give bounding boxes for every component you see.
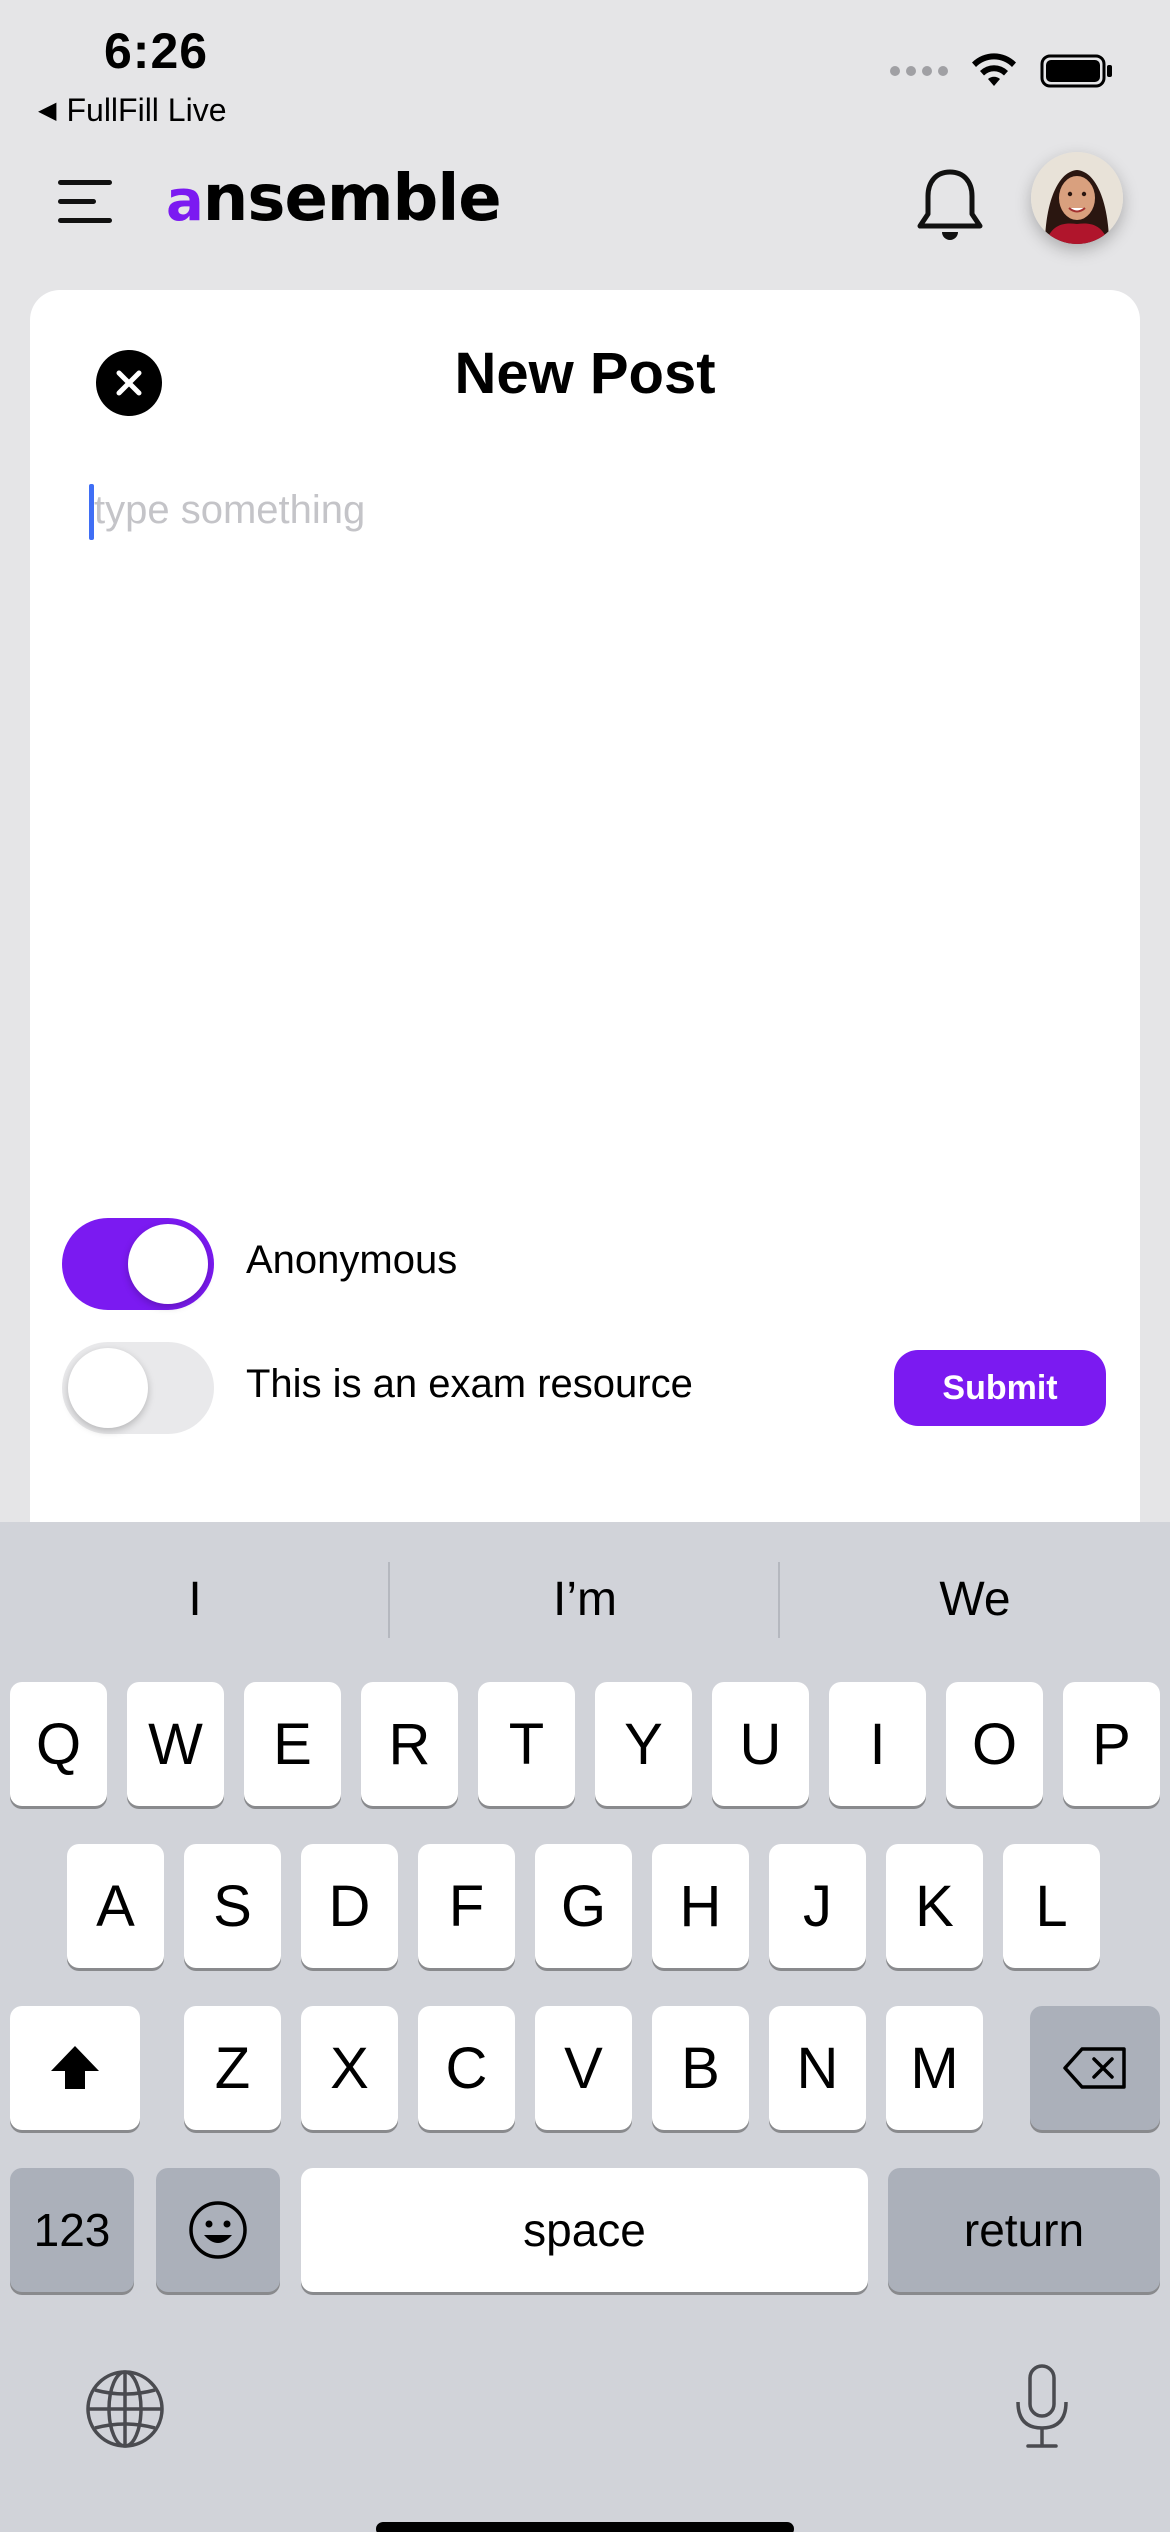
space-key[interactable]: space	[301, 2168, 868, 2292]
back-app-label: FullFill Live	[66, 92, 227, 128]
return-key[interactable]: return	[888, 2168, 1160, 2292]
key-g[interactable]: G	[535, 1844, 632, 1968]
battery-icon	[1040, 54, 1112, 88]
exam-resource-toggle[interactable]	[62, 1342, 214, 1434]
anonymous-toggle[interactable]	[62, 1218, 214, 1310]
key-e[interactable]: E	[244, 1682, 341, 1806]
suggestion-item[interactable]: I’m	[390, 1572, 780, 1627]
toggle-knob	[68, 1348, 148, 1428]
key-v[interactable]: V	[535, 2006, 632, 2130]
key-d[interactable]: D	[301, 1844, 398, 1968]
post-text-input[interactable]	[88, 470, 1088, 550]
logo-wordmark: nsemble	[202, 162, 502, 236]
key-n[interactable]: N	[769, 2006, 866, 2130]
submit-button[interactable]: Submit	[894, 1350, 1106, 1426]
key-r[interactable]: R	[361, 1682, 458, 1806]
microphone-icon[interactable]	[1010, 2362, 1074, 2452]
hamburger-menu-icon[interactable]	[56, 176, 116, 228]
suggestion-item[interactable]: We	[780, 1572, 1170, 1627]
status-time: 6:26	[104, 23, 209, 79]
key-w[interactable]: W	[127, 1682, 224, 1806]
key-c[interactable]: C	[418, 2006, 515, 2130]
numbers-key[interactable]: 123	[10, 2168, 134, 2292]
back-to-app-link[interactable]: ◀ FullFill Live	[38, 92, 227, 129]
backspace-icon	[1063, 2047, 1126, 2089]
key-a[interactable]: A	[67, 1844, 164, 1968]
emoji-icon	[189, 2201, 247, 2259]
key-t[interactable]: T	[478, 1682, 575, 1806]
cellular-signal-icon	[890, 66, 948, 76]
status-bar: 6:26 ◀ FullFill Live	[0, 0, 1170, 140]
key-p[interactable]: P	[1063, 1682, 1160, 1806]
status-icons	[890, 52, 1114, 90]
key-q[interactable]: Q	[10, 1682, 107, 1806]
text-caret	[89, 484, 94, 540]
page-title: New Post	[454, 341, 716, 406]
ensemble-logo: a nsemble	[166, 162, 502, 236]
globe-icon[interactable]	[84, 2368, 166, 2450]
anonymous-label: Anonymous	[246, 1238, 458, 1282]
key-b[interactable]: B	[652, 2006, 749, 2130]
new-post-card: New Post Anonymous This is an exam resou…	[30, 290, 1140, 1522]
key-u[interactable]: U	[712, 1682, 809, 1806]
key-z[interactable]: Z	[184, 2006, 281, 2130]
app-header: a nsemble	[0, 140, 1170, 290]
shift-arrow-icon	[51, 2046, 99, 2089]
notification-bell-icon[interactable]	[914, 164, 986, 244]
key-f[interactable]: F	[418, 1844, 515, 1968]
shift-key[interactable]	[10, 2006, 140, 2130]
key-l[interactable]: L	[1003, 1844, 1100, 1968]
user-avatar[interactable]	[1031, 152, 1123, 244]
back-triangle-icon: ◀	[38, 97, 57, 124]
on-screen-keyboard: I I’m We Q W E R T Y U I O P A S D F G H…	[0, 1522, 1170, 2532]
suggestion-bar: I I’m We	[0, 1522, 1170, 1678]
key-o[interactable]: O	[946, 1682, 1043, 1806]
key-m[interactable]: M	[886, 2006, 983, 2130]
backspace-key[interactable]	[1030, 2006, 1160, 2130]
toggle-knob	[128, 1224, 208, 1304]
emoji-key[interactable]	[156, 2168, 280, 2292]
key-j[interactable]: J	[769, 1844, 866, 1968]
key-y[interactable]: Y	[595, 1682, 692, 1806]
key-x[interactable]: X	[301, 2006, 398, 2130]
exam-resource-label: This is an exam resource	[246, 1362, 693, 1406]
home-indicator[interactable]	[376, 2522, 794, 2532]
wifi-icon	[972, 53, 1016, 86]
key-s[interactable]: S	[184, 1844, 281, 1968]
key-h[interactable]: H	[652, 1844, 749, 1968]
logo-accent-letter: a	[166, 169, 204, 234]
key-i[interactable]: I	[829, 1682, 926, 1806]
suggestion-item[interactable]: I	[0, 1572, 390, 1627]
key-k[interactable]: K	[886, 1844, 983, 1968]
